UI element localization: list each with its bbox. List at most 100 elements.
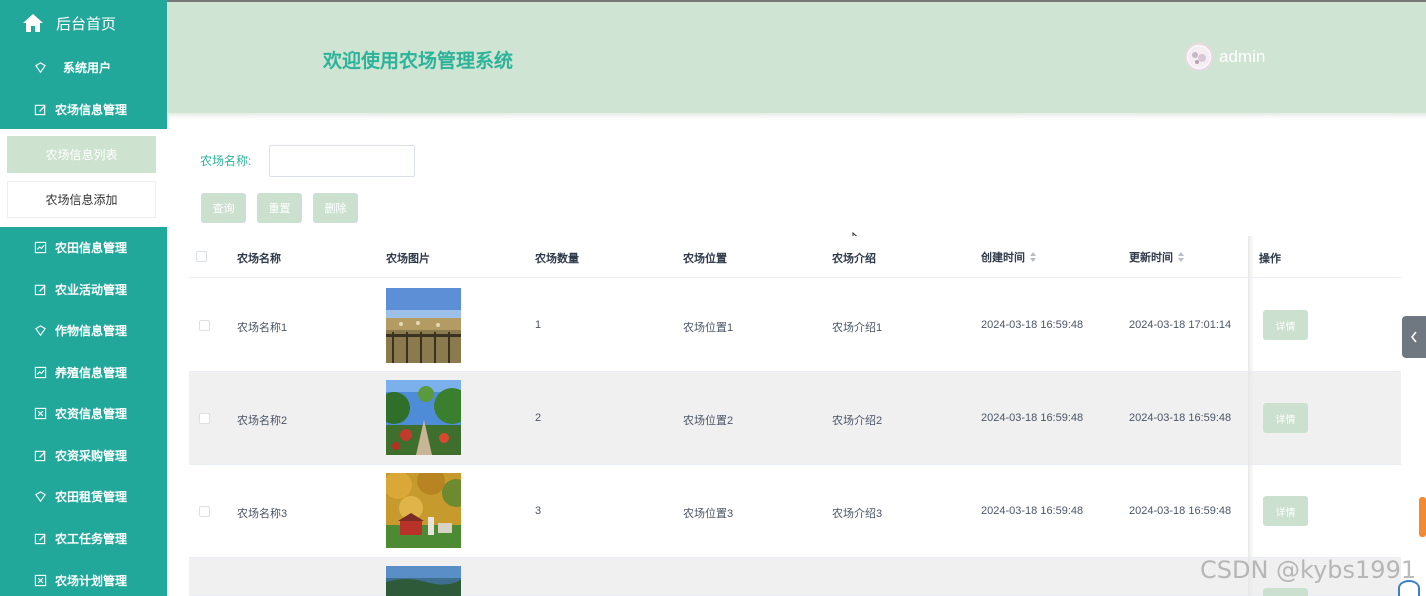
detail-button[interactable]: 详情 <box>1263 403 1308 433</box>
farm-photo-icon <box>386 566 461 596</box>
cell-updated: 2024-03-18 16:59:48 <box>1129 412 1232 424</box>
sidebar-item-label: 养殖信息管理 <box>55 365 128 380</box>
cell-created: 2024-03-18 16:59:48 <box>981 412 1084 424</box>
sidebar-submenu: 农场信息列表 农场信息添加 <box>0 129 167 227</box>
table-row: 农场名称1 1 农场位置1 农场介绍1 2024-03-18 16:59:48 <box>189 279 1401 372</box>
sort-icon[interactable] <box>1178 252 1185 262</box>
sidebar-item-label: 农资采购管理 <box>55 448 128 463</box>
column-header-location: 农场位置 <box>683 253 727 265</box>
sidebar: 后台首页 系统用户 农场信息管理 农场信息列表 农场信息添加 农田信息管理 农业… <box>0 0 167 596</box>
scrollbar-thumb[interactable] <box>1419 497 1426 537</box>
cell-location: 农场位置2 <box>683 415 734 427</box>
cell-location: 农场位置1 <box>683 322 734 334</box>
detail-button[interactable]: 详情 <box>1263 310 1308 340</box>
query-button[interactable]: 查询 <box>201 193 246 223</box>
cell-updated: 2024-03-18 17:01:14 <box>1129 319 1232 331</box>
farm-image-thumbnail[interactable] <box>386 380 461 455</box>
sidebar-item-breeding[interactable]: 养殖信息管理 <box>0 352 167 392</box>
sort-icon[interactable] <box>1030 252 1037 262</box>
shield-icon <box>35 324 46 336</box>
submenu-farm-list[interactable]: 农场信息列表 <box>7 136 156 173</box>
edit-icon <box>34 533 46 544</box>
sidebar-item-crops[interactable]: 作物信息管理 <box>0 310 167 350</box>
cell-updated: 2024-03-18 16:59:48 <box>1129 505 1232 517</box>
sidebar-item-label: 农场计划管理 <box>55 573 128 588</box>
sidebar-item-users[interactable]: 系统用户 <box>0 47 167 87</box>
cell-quantity: 2 <box>535 412 542 424</box>
sidebar-item-label: 农资信息管理 <box>55 406 128 421</box>
chart-icon <box>34 241 47 253</box>
home-icon <box>23 14 43 32</box>
sidebar-item-purchase[interactable]: 农资采购管理 <box>0 435 167 475</box>
detail-button[interactable]: 详情 <box>1263 496 1308 526</box>
detail-button-partial[interactable] <box>1263 588 1308 596</box>
column-header-actions: 操作 <box>1259 253 1281 265</box>
cell-name: 农场名称3 <box>237 508 288 520</box>
search-label: 农场名称: <box>200 154 252 168</box>
close-box-icon <box>34 574 47 586</box>
farm-image-thumbnail[interactable] <box>386 473 461 548</box>
farm-name-search-input[interactable] <box>269 145 415 177</box>
delete-button[interactable]: 删除 <box>313 193 358 223</box>
column-header-updated-label: 更新时间 <box>1129 252 1173 264</box>
sidebar-item-field-info[interactable]: 农田信息管理 <box>0 227 167 267</box>
sidebar-item-label: 农田信息管理 <box>55 240 128 255</box>
sidebar-item-lease[interactable]: 农田租赁管理 <box>0 476 167 516</box>
edit-icon <box>34 284 46 295</box>
sidebar-item-label: 农业活动管理 <box>55 282 128 297</box>
cell-name: 农场名称2 <box>237 415 288 427</box>
column-header-updated[interactable]: 更新时间 <box>1129 249 1185 265</box>
sidebar-item-label: 农场信息管理 <box>55 102 128 117</box>
cell-intro: 农场介绍3 <box>832 508 883 520</box>
column-header-created-label: 创建时间 <box>981 252 1025 264</box>
table-header: 农场名称 农场图片 农场数量 农场位置 农场介绍 创建时间 更新时间 操作 <box>189 236 1401 278</box>
cell-intro: 农场介绍1 <box>832 322 883 334</box>
user-avatar-icon <box>1188 46 1210 68</box>
top-header: 欢迎使用农场管理系统 admin <box>167 0 1426 113</box>
column-header-intro: 农场介绍 <box>832 253 876 265</box>
shield-icon <box>35 490 46 502</box>
sidebar-item-plans[interactable]: 农场计划管理 <box>0 560 167 596</box>
sidebar-item-label: 农工任务管理 <box>55 531 128 546</box>
cell-created: 2024-03-18 16:59:48 <box>981 319 1084 331</box>
app-root: 后台首页 系统用户 农场信息管理 农场信息列表 农场信息添加 农田信息管理 农业… <box>0 0 1426 596</box>
sidebar-item-label: 系统用户 <box>63 60 112 75</box>
sidebar-item-tasks[interactable]: 农工任务管理 <box>0 518 167 558</box>
cell-quantity: 3 <box>535 505 542 517</box>
sidebar-item-farm-info[interactable]: 农场信息管理 <box>0 89 167 129</box>
table-row: 农场名称3 3 农场位置3 农场介绍3 2024-03-18 16:59:48 … <box>189 465 1401 558</box>
page-title: 欢迎使用农场管理系统 <box>323 51 514 72</box>
header-shadow <box>167 113 1426 119</box>
assistant-badge-icon[interactable] <box>1398 580 1420 596</box>
column-header-quantity: 农场数量 <box>535 253 579 265</box>
sidebar-item-supplies[interactable]: 农资信息管理 <box>0 393 167 433</box>
fixed-column-shadow <box>1248 236 1254 596</box>
sidebar-home-label: 后台首页 <box>56 15 117 33</box>
row-checkbox[interactable] <box>199 320 210 331</box>
farm-photo-icon <box>386 473 461 548</box>
farm-photo-icon <box>386 288 461 363</box>
row-checkbox[interactable] <box>199 413 210 424</box>
sidebar-home[interactable]: 后台首页 <box>0 0 167 46</box>
submenu-farm-add[interactable]: 农场信息添加 <box>7 181 156 218</box>
reset-button[interactable]: 重置 <box>257 193 302 223</box>
column-header-name: 农场名称 <box>237 253 281 265</box>
chevron-left-icon <box>1410 331 1417 343</box>
farm-photo-icon <box>386 380 461 455</box>
side-panel-toggle[interactable] <box>1402 316 1426 358</box>
cell-location: 农场位置3 <box>683 508 734 520</box>
edit-icon <box>34 104 46 115</box>
user-name[interactable]: admin <box>1219 47 1265 67</box>
sidebar-item-label: 作物信息管理 <box>55 323 128 338</box>
column-header-image: 农场图片 <box>386 253 430 265</box>
farm-image-thumbnail[interactable] <box>386 288 461 363</box>
column-header-created[interactable]: 创建时间 <box>981 249 1037 265</box>
table-row: 农场名称2 2 农场位置2 农场介绍2 2024-03-18 16:59:48 … <box>189 372 1401 465</box>
select-all-checkbox[interactable] <box>196 251 207 262</box>
avatar[interactable] <box>1185 43 1213 71</box>
row-checkbox[interactable] <box>199 506 210 517</box>
sidebar-item-activity[interactable]: 农业活动管理 <box>0 269 167 309</box>
edit-icon <box>34 450 46 461</box>
close-box-icon <box>34 407 47 419</box>
farm-image-thumbnail[interactable] <box>386 566 461 596</box>
